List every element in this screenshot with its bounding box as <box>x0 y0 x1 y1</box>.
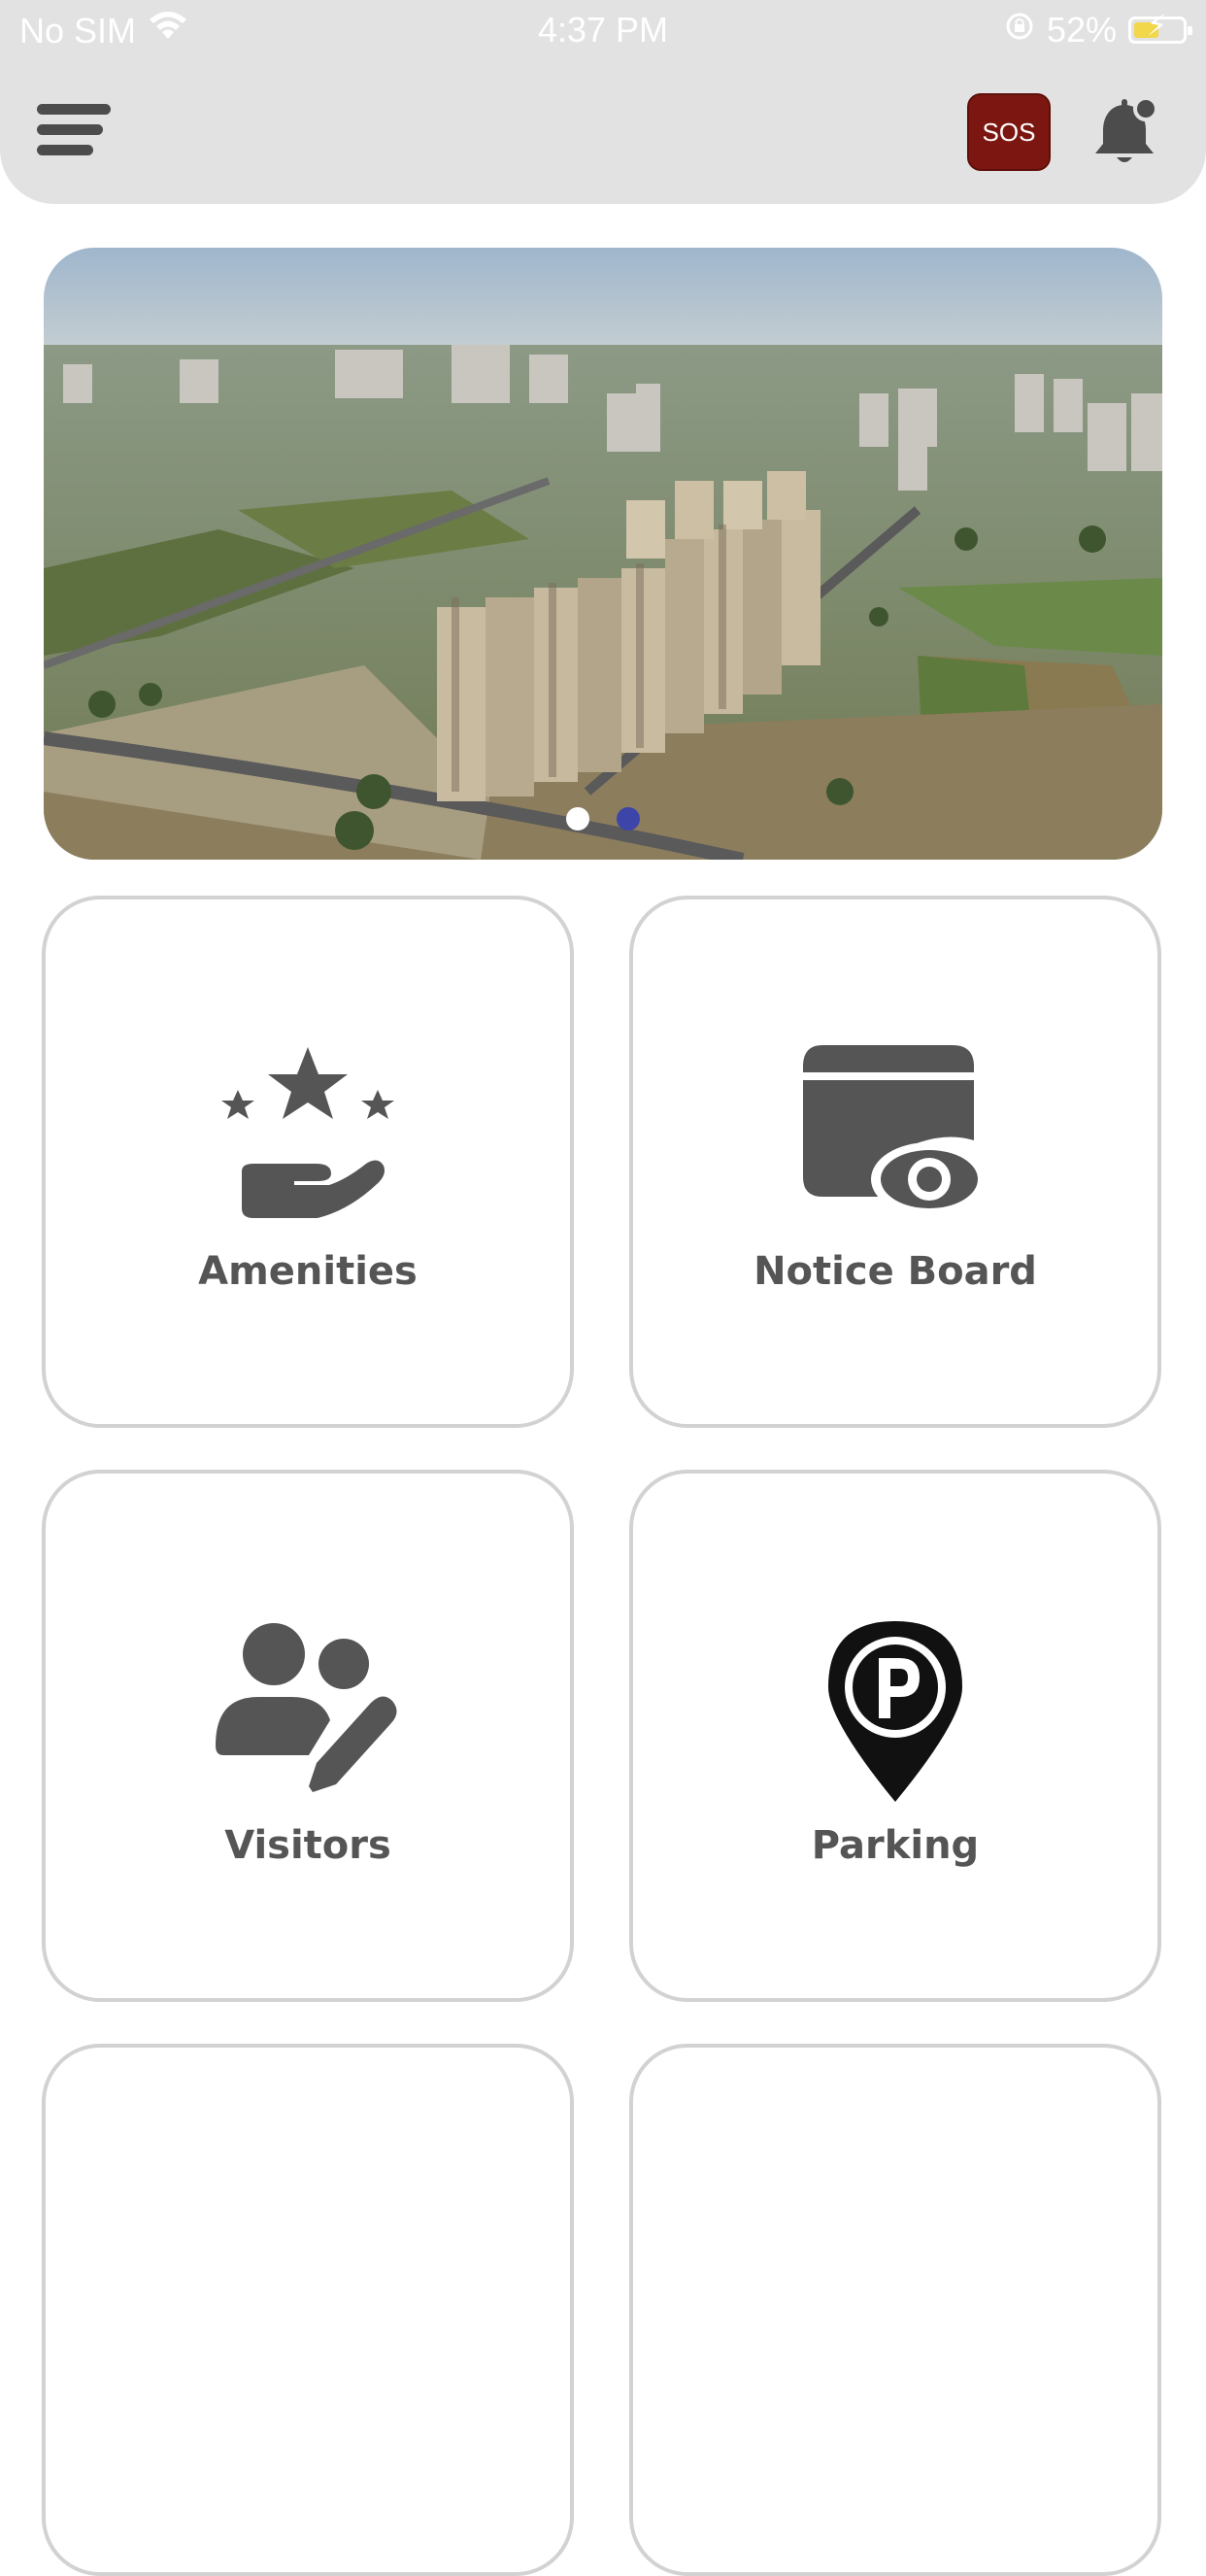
carousel-dot-1[interactable] <box>566 807 589 830</box>
tile-parking[interactable]: Parking <box>629 1470 1161 2002</box>
parking-icon <box>633 1619 1157 1802</box>
tile-label: Notice Board <box>754 1249 1037 1294</box>
notification-bell-icon[interactable] <box>1086 95 1163 173</box>
tile-notice-board[interactable]: Notice Board <box>629 896 1161 1428</box>
tile-visitors[interactable]: Visitors <box>42 1470 574 2002</box>
notice-board-icon <box>633 1045 1157 1220</box>
tile-amenities[interactable]: Amenities <box>42 896 574 1428</box>
banner-carousel[interactable] <box>44 248 1162 860</box>
battery-percent: 52% <box>1046 10 1117 50</box>
status-bar: No SIM 4:37 PM 52% ⚡ <box>0 0 1206 58</box>
tile-label: Parking <box>811 1823 980 1868</box>
sos-button[interactable]: SOS <box>967 93 1051 171</box>
tile-label: Amenities <box>198 1249 418 1294</box>
orientation-lock-icon <box>1004 10 1035 51</box>
amenities-icon <box>46 1045 570 1220</box>
status-right-group: 52% ⚡ <box>1004 10 1192 51</box>
tile-partial-6[interactable] <box>629 2044 1161 2576</box>
carousel-dots <box>44 807 1162 830</box>
tile-label: Visitors <box>224 1823 391 1868</box>
charging-bolt-icon: ⚡ <box>1147 10 1168 42</box>
visitors-icon <box>46 1619 570 1794</box>
banner-image <box>44 248 1162 860</box>
carousel-dot-2-active[interactable] <box>617 807 640 830</box>
battery-icon: ⚡ <box>1128 12 1192 44</box>
hamburger-menu-icon[interactable] <box>37 99 111 161</box>
app-header: SOS <box>0 58 1206 204</box>
tile-partial-5[interactable] <box>42 2044 574 2576</box>
